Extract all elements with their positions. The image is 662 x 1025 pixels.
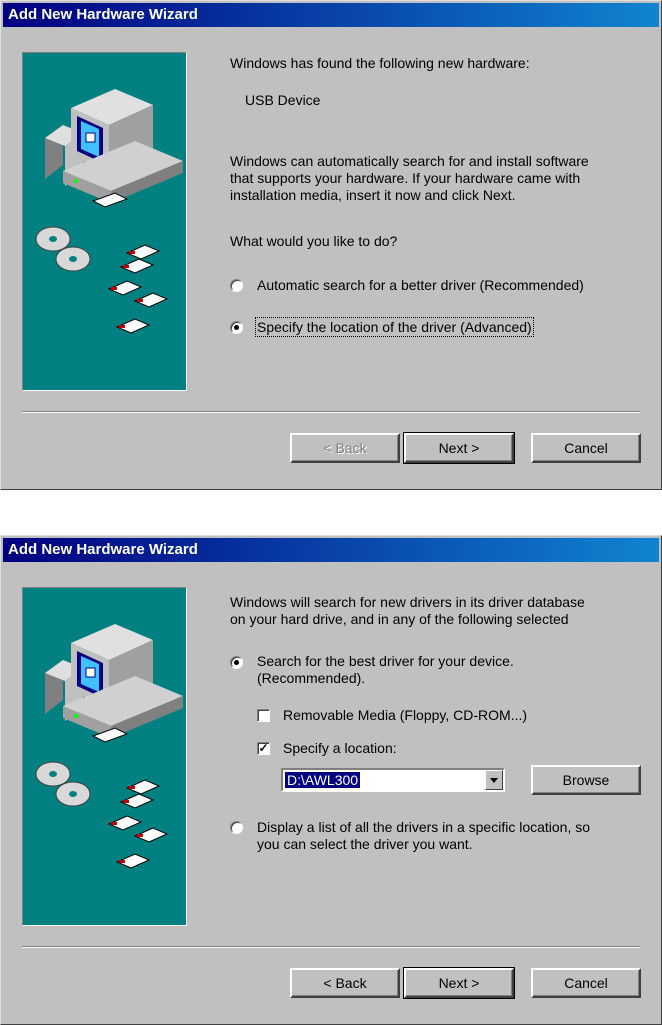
automatic-search-label[interactable]: Automatic search for a better driver (Re… — [257, 277, 584, 293]
question-text: What would you like to do? — [230, 233, 398, 249]
radio-automatic-search[interactable] — [230, 279, 243, 292]
computer-icon — [35, 624, 183, 869]
description-line-1: Windows can automatically search for and… — [230, 153, 589, 169]
next-button[interactable]: Next > — [403, 432, 515, 464]
separator — [22, 411, 640, 413]
specify-location-label[interactable]: Specify a location: — [283, 740, 397, 756]
intro-line-2: on your hard drive, and in any of the fo… — [230, 611, 569, 627]
location-value[interactable]: D:\AWL300 — [285, 772, 361, 788]
device-name: USB Device — [245, 92, 321, 108]
dropdown-arrow-icon[interactable] — [485, 770, 503, 790]
location-combobox[interactable]: D:\AWL300 — [281, 768, 505, 792]
browse-button[interactable]: Browse — [531, 765, 641, 795]
intro-line-1: Windows will search for new drivers in i… — [230, 594, 585, 610]
description-line-3: installation media, insert it now and cl… — [230, 187, 516, 203]
title-bar[interactable]: Add New Hardware Wizard — [3, 538, 659, 562]
checkbox-specify-location[interactable]: ✓ — [257, 742, 270, 755]
wizard-illustration — [22, 587, 187, 926]
back-button[interactable]: < Back — [290, 433, 400, 463]
floppy-icon — [107, 244, 169, 334]
computer-icon — [35, 89, 183, 334]
intro-text: Windows has found the following new hard… — [230, 55, 530, 71]
next-button[interactable]: Next > — [403, 967, 515, 999]
search-best-driver-label[interactable]: Search for the best driver for your devi… — [257, 653, 514, 669]
description-line-2: that supports your hardware. If your har… — [230, 170, 581, 186]
checkbox-removable-media[interactable] — [257, 709, 270, 722]
search-best-driver-label-2[interactable]: (Recommended). — [257, 670, 365, 686]
separator — [22, 946, 640, 948]
title-bar[interactable]: Add New Hardware Wizard — [3, 3, 659, 27]
radio-specify-location[interactable] — [230, 321, 243, 334]
radio-search-best-driver[interactable] — [230, 656, 243, 669]
cd-icon — [35, 226, 91, 272]
cd-icon — [35, 761, 91, 807]
removable-media-label[interactable]: Removable Media (Floppy, CD-ROM...) — [283, 707, 527, 723]
wizard-dialog-1: Add New Hardware Wizard Windows has foun… — [0, 0, 662, 490]
display-list-label-2[interactable]: you can select the driver you want. — [257, 836, 473, 852]
cancel-button[interactable]: Cancel — [531, 433, 641, 463]
radio-display-list[interactable] — [230, 821, 243, 834]
specify-location-label[interactable]: Specify the location of the driver (Adva… — [255, 317, 534, 337]
display-list-label[interactable]: Display a list of all the drivers in a s… — [257, 819, 590, 835]
cancel-button[interactable]: Cancel — [531, 968, 641, 998]
back-button[interactable]: < Back — [290, 968, 400, 998]
wizard-dialog-2: Add New Hardware Wizard Windows will sea… — [0, 535, 662, 1025]
floppy-icon — [107, 779, 169, 869]
wizard-illustration — [22, 52, 187, 391]
